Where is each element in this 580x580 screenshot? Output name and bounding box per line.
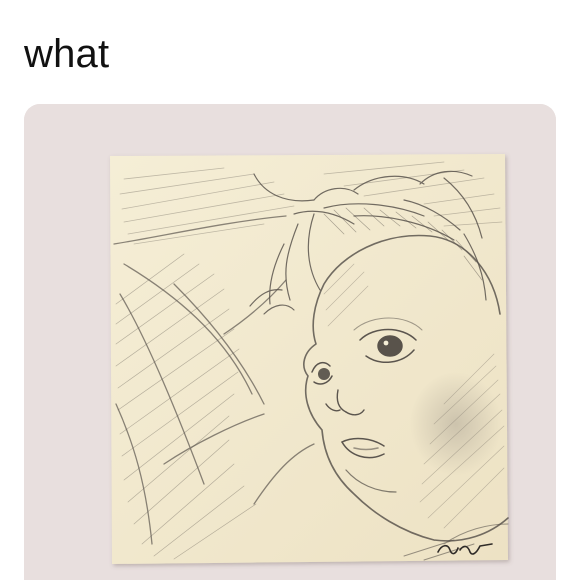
post-media-card[interactable] (24, 104, 556, 580)
sticky-note-sketch-image (24, 104, 556, 580)
post-caption: what (24, 32, 110, 76)
post-page: what (0, 0, 580, 580)
sticky-note (110, 154, 508, 564)
